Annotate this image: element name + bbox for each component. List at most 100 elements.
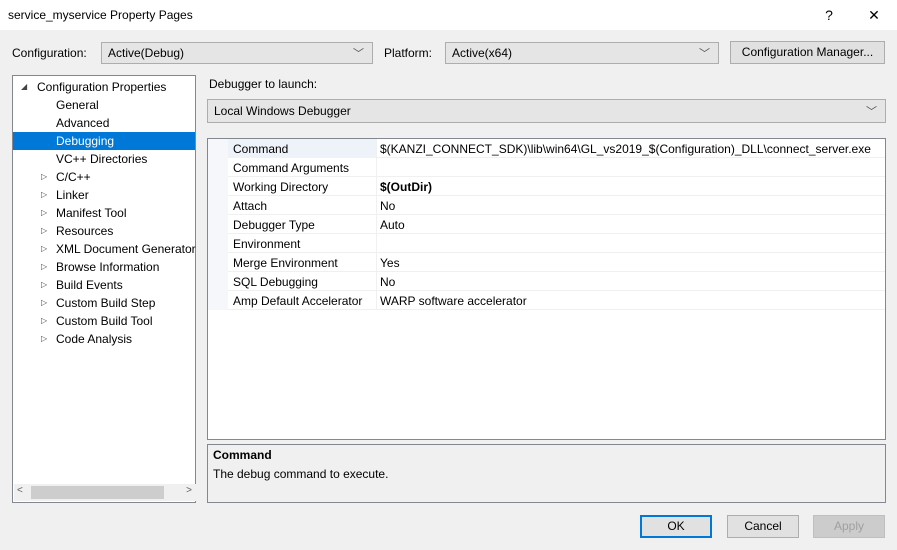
- chevron-down-icon: ﹀: [699, 48, 710, 60]
- property-name: Working Directory: [233, 180, 329, 194]
- property-row[interactable]: Command Arguments: [208, 158, 885, 177]
- tree-root-label: Configuration Properties: [37, 80, 167, 94]
- description-panel: Command The debug command to execute.: [207, 444, 886, 503]
- property-row[interactable]: Environment: [208, 234, 885, 253]
- cancel-button[interactable]: Cancel: [727, 515, 799, 538]
- row-gutter: [208, 272, 228, 291]
- property-row[interactable]: Merge Environment Yes: [208, 253, 885, 272]
- property-row[interactable]: Attach No: [208, 196, 885, 215]
- tree-item-label: VC++ Directories: [56, 152, 148, 166]
- row-gutter: [208, 234, 228, 253]
- collapsed-arrow-icon[interactable]: ▷: [41, 204, 47, 222]
- collapsed-arrow-icon[interactable]: ▷: [41, 276, 47, 294]
- property-name: Command Arguments: [233, 161, 350, 175]
- debugger-dropdown[interactable]: Local Windows Debugger ﹀: [207, 99, 886, 123]
- column-divider: [376, 291, 377, 310]
- tree-item-label: Linker: [56, 188, 89, 202]
- property-name: Environment: [233, 237, 301, 251]
- scroll-left-icon[interactable]: <: [17, 485, 23, 496]
- configuration-dropdown[interactable]: Active(Debug) ﹀: [101, 42, 373, 64]
- scrollbar-thumb[interactable]: [31, 486, 164, 499]
- tree-item-label: General: [56, 98, 99, 112]
- tree-item[interactable]: ▷ Custom Build Step: [13, 294, 195, 312]
- tree-item-label: Advanced: [56, 116, 110, 130]
- tree-item[interactable]: ▷ Linker: [13, 186, 195, 204]
- tree-item[interactable]: ▷ C/C++: [13, 168, 195, 186]
- property-value[interactable]: $(KANZI_CONNECT_SDK)\lib\win64\GL_vs2019…: [380, 142, 871, 156]
- property-row[interactable]: Working Directory $(OutDir): [208, 177, 885, 196]
- tree-item[interactable]: General: [13, 96, 195, 114]
- tree-item[interactable]: ▷ Custom Build Tool: [13, 312, 195, 330]
- configuration-value: Active(Debug): [108, 46, 185, 60]
- tree-item[interactable]: Advanced: [13, 114, 195, 132]
- tree-item-label: Custom Build Step: [56, 296, 156, 310]
- apply-button[interactable]: Apply: [813, 515, 885, 538]
- tree-item-label: Build Events: [56, 278, 123, 292]
- tree-item[interactable]: Debugging: [13, 132, 195, 150]
- column-divider: [376, 196, 377, 215]
- property-row[interactable]: Amp Default Accelerator WARP software acc…: [208, 291, 885, 310]
- tree-item-label: Browse Information: [56, 260, 160, 274]
- debugger-label: Debugger to launch:: [209, 77, 318, 91]
- tree-item[interactable]: ▷ Resources: [13, 222, 195, 240]
- tree-item-label: Resources: [56, 224, 114, 238]
- tree-item[interactable]: ▷ Browse Information: [13, 258, 195, 276]
- configuration-manager-button[interactable]: Configuration Manager...: [730, 41, 885, 64]
- configuration-label: Configuration:: [12, 46, 87, 60]
- platform-dropdown[interactable]: Active(x64) ﹀: [445, 42, 719, 64]
- collapsed-arrow-icon[interactable]: ▷: [41, 294, 47, 312]
- collapsed-arrow-icon[interactable]: ▷: [41, 222, 47, 240]
- collapsed-arrow-icon[interactable]: ▷: [41, 312, 47, 330]
- column-divider: [376, 215, 377, 234]
- property-row[interactable]: Debugger Type Auto: [208, 215, 885, 234]
- property-name: Amp Default Accelerator: [233, 294, 363, 308]
- platform-label: Platform:: [384, 46, 433, 60]
- tree-item-label: Custom Build Tool: [56, 314, 153, 328]
- debugger-value: Local Windows Debugger: [214, 104, 351, 118]
- close-button[interactable]: ✕: [859, 4, 889, 26]
- ok-button[interactable]: OK: [640, 515, 712, 538]
- collapsed-arrow-icon[interactable]: ▷: [41, 330, 47, 348]
- property-value[interactable]: No: [380, 199, 395, 213]
- property-tree[interactable]: ◢ Configuration Properties General Advance…: [12, 75, 196, 503]
- tree-item[interactable]: VC++ Directories: [13, 150, 195, 168]
- tree-root[interactable]: ◢ Configuration Properties: [13, 78, 195, 96]
- property-row[interactable]: SQL Debugging No: [208, 272, 885, 291]
- tree-item-label: C/C++: [56, 170, 91, 184]
- column-divider: [376, 253, 377, 272]
- tree-item[interactable]: ▷ Code Analysis: [13, 330, 195, 348]
- tree-item-label: Debugging: [56, 134, 115, 148]
- tree-item[interactable]: ▷ Manifest Tool: [13, 204, 195, 222]
- property-grid: Command $(KANZI_CONNECT_SDK)\lib\win64\GL…: [207, 138, 886, 440]
- row-gutter: [208, 139, 228, 158]
- collapsed-arrow-icon[interactable]: ▷: [41, 186, 47, 204]
- collapsed-arrow-icon[interactable]: ▷: [41, 168, 47, 186]
- tree-item[interactable]: ▷ XML Document Generator: [13, 240, 196, 258]
- property-name: Debugger Type: [233, 218, 315, 232]
- scroll-right-icon[interactable]: >: [186, 485, 192, 496]
- window-title: service_myservice Property Pages: [8, 8, 193, 22]
- collapsed-arrow-icon[interactable]: ▷: [41, 240, 47, 258]
- row-gutter: [208, 196, 228, 215]
- property-row[interactable]: Command $(KANZI_CONNECT_SDK)\lib\win64\GL…: [208, 139, 885, 158]
- property-value[interactable]: WARP software accelerator: [380, 294, 527, 308]
- description-text: The debug command to execute.: [213, 467, 389, 481]
- row-gutter: [208, 177, 228, 196]
- property-value[interactable]: Yes: [380, 256, 400, 270]
- property-name: Command: [233, 142, 289, 156]
- property-value[interactable]: Auto: [380, 218, 405, 232]
- property-value[interactable]: $(OutDir): [380, 180, 432, 194]
- column-divider: [376, 177, 377, 196]
- horizontal-scrollbar[interactable]: < >: [14, 484, 196, 501]
- property-name: Attach: [233, 199, 268, 213]
- collapsed-arrow-icon[interactable]: ▷: [41, 258, 47, 276]
- row-gutter: [208, 215, 228, 234]
- property-name: SQL Debugging: [233, 275, 318, 289]
- title-bar: service_myservice Property Pages ? ✕: [0, 0, 897, 30]
- column-divider: [376, 158, 377, 177]
- help-button[interactable]: ?: [814, 4, 844, 26]
- tree-item[interactable]: ▷ Build Events: [13, 276, 195, 294]
- property-value[interactable]: No: [380, 275, 395, 289]
- column-divider: [376, 234, 377, 253]
- platform-value: Active(x64): [452, 46, 513, 60]
